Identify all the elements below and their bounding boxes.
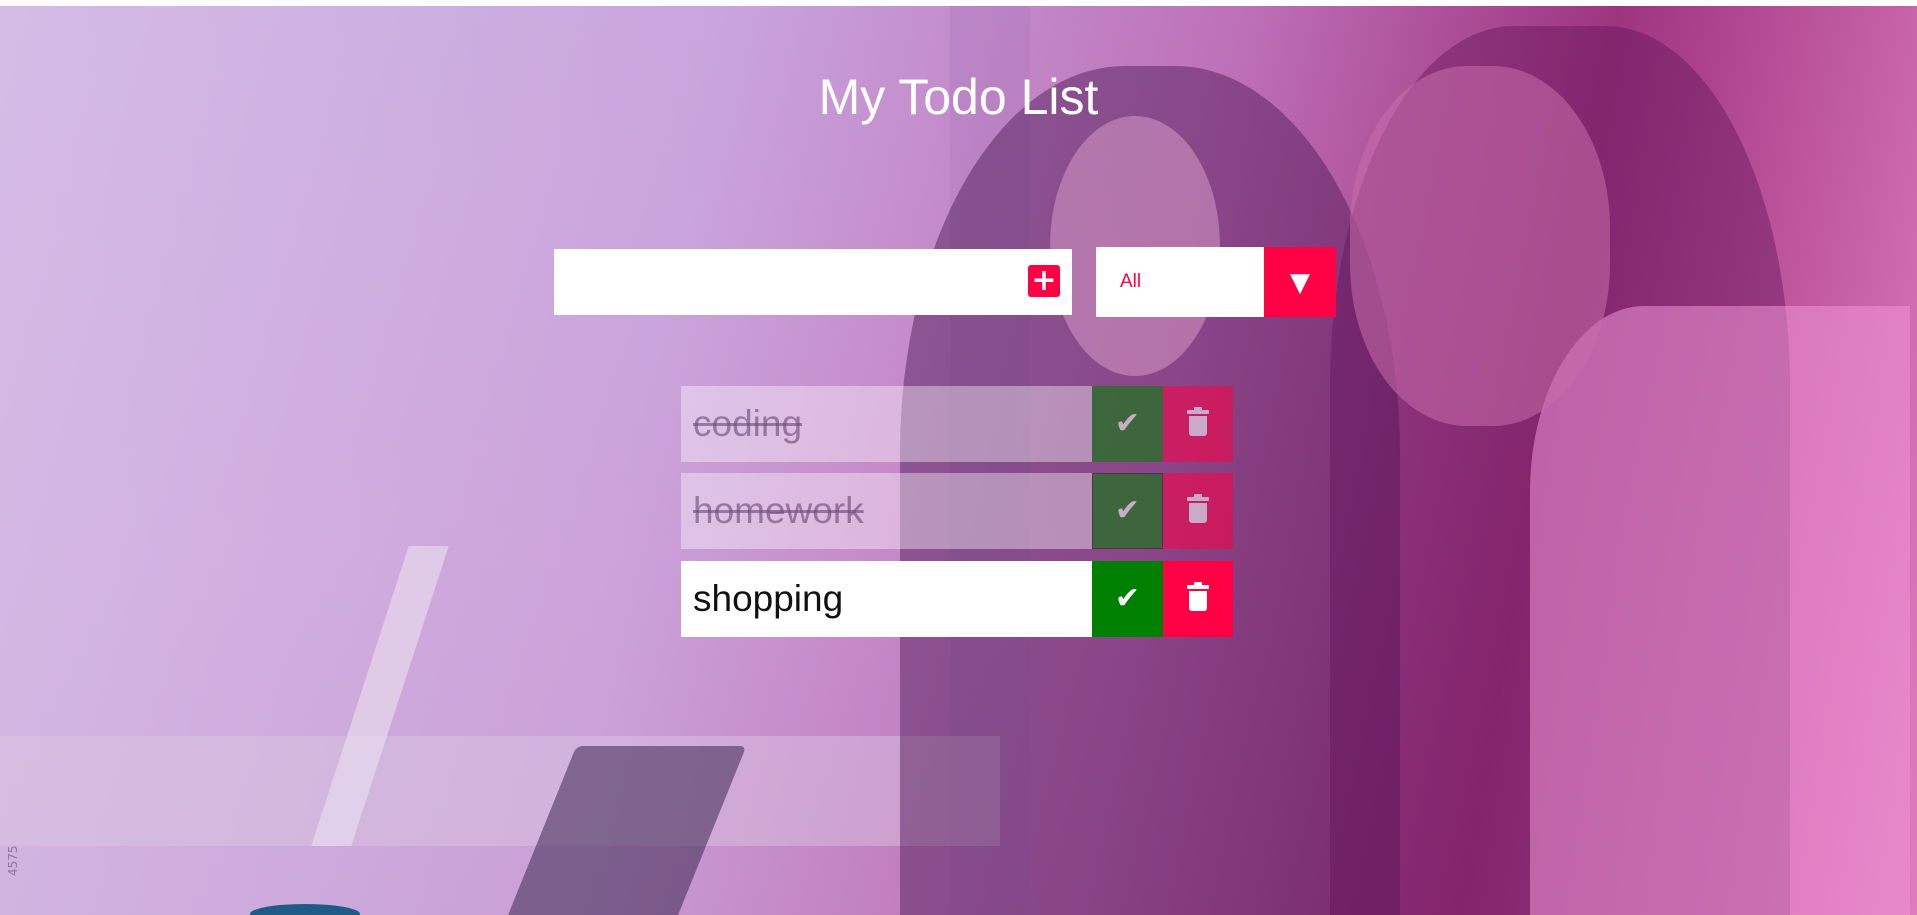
add-todo-button[interactable]: + [1028, 265, 1060, 297]
page-title: My Todo List [818, 69, 1099, 125]
todo-text: coding [681, 386, 1092, 462]
check-icon: ✔ [1114, 581, 1141, 616]
todo-text: homework [681, 473, 1092, 549]
delete-button[interactable] [1163, 561, 1233, 637]
delete-button[interactable] [1163, 473, 1233, 549]
trash-icon [1187, 407, 1209, 438]
complete-button[interactable]: ✔ [1092, 473, 1163, 549]
complete-button[interactable]: ✔ [1092, 561, 1163, 637]
check-icon: ✔ [1114, 406, 1141, 441]
todo-input[interactable] [554, 249, 1014, 315]
todo-text: shopping [681, 561, 1092, 637]
todo-input-container [554, 249, 1072, 315]
filter-selected-value: All [1120, 271, 1142, 292]
todo-item: homework ✔ [681, 473, 1233, 549]
trash-icon [1187, 582, 1209, 613]
watermark: 4575 [6, 845, 20, 876]
delete-button[interactable] [1163, 386, 1233, 462]
todo-item: coding ✔ [681, 386, 1233, 462]
complete-button[interactable]: ✔ [1092, 386, 1163, 462]
caret-down-icon[interactable]: ▼ [1264, 247, 1336, 317]
todo-item: shopping ✔ [681, 561, 1233, 637]
filter-select[interactable]: All ▼ [1096, 247, 1336, 317]
trash-icon [1187, 494, 1209, 525]
plus-icon: + [1031, 263, 1057, 298]
check-icon: ✔ [1114, 493, 1141, 528]
